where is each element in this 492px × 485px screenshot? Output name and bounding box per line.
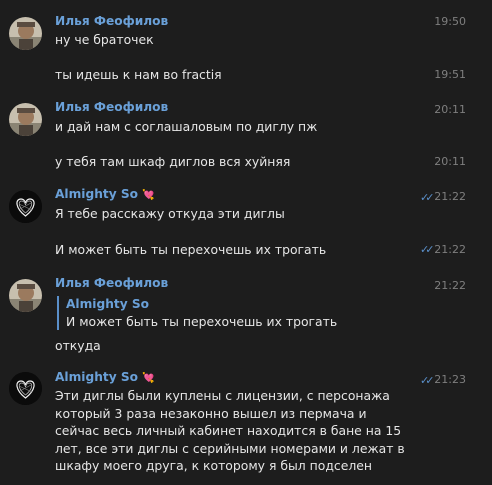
heart-arrow-emoji: 💘 (142, 373, 155, 384)
reply-text: И может быть ты перехочешь их трогать (66, 314, 338, 329)
message-text: И может быть ты перехочешь их трогать (55, 242, 327, 257)
message-text: у тебя там шкаф диглов вся хуйняя (55, 154, 291, 169)
avatar-ilya[interactable] (9, 17, 42, 50)
message-time: 21:22 (434, 279, 466, 292)
message-time: 19:51 (434, 68, 466, 81)
heart-arrow-emoji: 💘 (142, 190, 155, 201)
message-text: ну че браточек (55, 32, 154, 47)
message-text: ты идешь к нам во fractiя (55, 67, 222, 82)
sender-name[interactable]: Almighty So 💘 (55, 187, 155, 201)
avatar-almighty[interactable] (9, 190, 42, 223)
avatar-ilya[interactable] (9, 279, 42, 312)
double-check-icon: ✓✓ (420, 374, 435, 387)
sender-name[interactable]: Илья Феофилов (55, 100, 168, 114)
message-time: 20:11 (434, 103, 466, 116)
message-time: 20:11 (434, 155, 466, 168)
sender-name[interactable]: Илья Феофилов (55, 14, 168, 28)
message-text: Эти диглы были куплены с лицензии, с пер… (55, 388, 405, 474)
message-time: 21:22 (434, 243, 466, 256)
avatar-ilya[interactable] (9, 103, 42, 136)
reply-sender-name: Almighty So (66, 297, 150, 311)
message-time: 21:23 (434, 373, 466, 386)
avatar-almighty[interactable] (9, 372, 42, 405)
sender-name[interactable]: Илья Феофилов (55, 276, 168, 290)
double-check-icon: ✓✓ (420, 243, 435, 256)
message-time: 19:50 (434, 15, 466, 28)
chat-history: Илья Феофилов 19:50 ну че браточек 19:51… (0, 0, 492, 485)
message-text: откуда (55, 338, 101, 353)
message-text: Я тебе расскажу откуда эти диглы (55, 206, 285, 221)
reply-quote[interactable]: Almighty So И может быть ты перехочешь и… (57, 296, 337, 330)
double-check-icon: ✓✓ (420, 191, 435, 204)
sender-name[interactable]: Almighty So 💘 (55, 370, 155, 384)
message-time: 21:22 (434, 190, 466, 203)
message-text: и дай нам с соглашаловым по диглу пж (55, 119, 318, 134)
